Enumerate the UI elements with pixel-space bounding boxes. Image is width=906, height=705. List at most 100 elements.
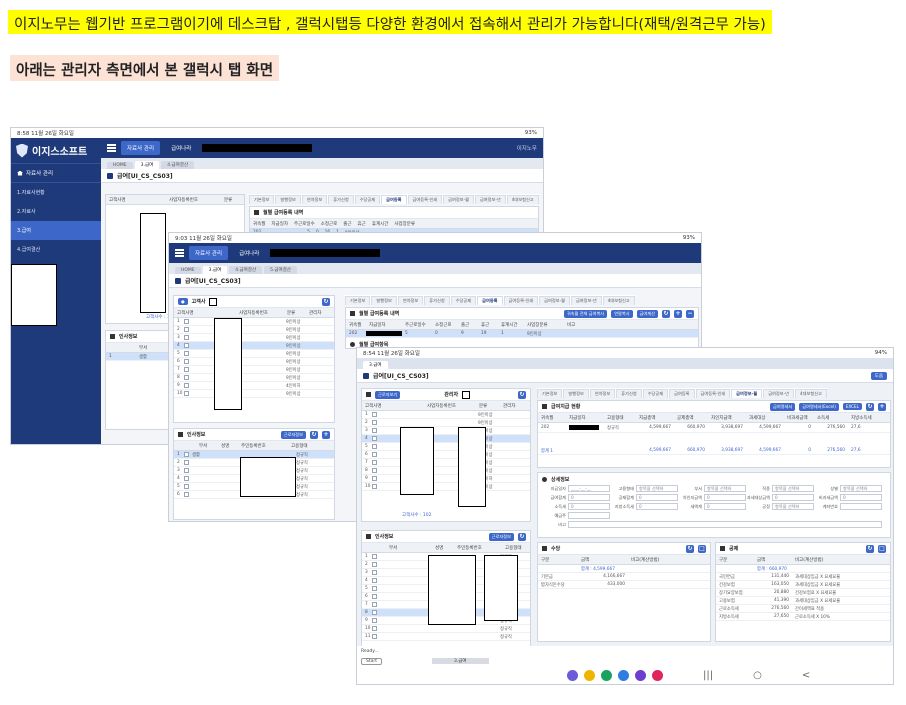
row-checkbox[interactable] bbox=[372, 578, 377, 583]
tab-allowance[interactable]: 수당공제 bbox=[642, 389, 669, 398]
table-row[interactable]: 39인이상 bbox=[362, 427, 530, 435]
row-checkbox[interactable] bbox=[372, 468, 377, 473]
table-row[interactable]: 79인이상 bbox=[174, 366, 334, 374]
refresh-icon[interactable]: ↻ bbox=[662, 309, 670, 318]
row-checkbox[interactable] bbox=[372, 428, 377, 433]
recent-apps-button[interactable]: ||| bbox=[703, 670, 713, 681]
detail-input[interactable]: 항목을 선택하 bbox=[772, 503, 814, 510]
row-checkbox[interactable] bbox=[372, 626, 377, 631]
tab-insurance-report[interactable]: 4대보험신고 bbox=[794, 389, 827, 398]
detail-input[interactable]: 0 bbox=[568, 494, 610, 501]
tab-payroll[interactable]: 급여나라 bbox=[233, 246, 265, 260]
app-dock-icon[interactable] bbox=[584, 669, 595, 681]
row-checkbox[interactable] bbox=[184, 460, 189, 465]
tab-issue-info[interactable]: 발행정보 bbox=[275, 195, 301, 204]
table-row[interactable]: 9 4인이하 bbox=[174, 382, 334, 390]
tab-payroll-print[interactable]: 급여등록-인쇄 bbox=[503, 296, 539, 305]
menu-icon[interactable] bbox=[107, 144, 116, 152]
save-icon[interactable]: □ bbox=[878, 544, 886, 553]
menu-icon[interactable] bbox=[175, 249, 184, 257]
tab-payroll-entry[interactable]: 급여등록 bbox=[477, 296, 503, 305]
year-end-copy-button[interactable]: 연말복사 bbox=[611, 309, 633, 318]
refresh-icon[interactable]: ↻ bbox=[686, 544, 694, 553]
app-dock-icon[interactable] bbox=[567, 669, 578, 681]
tab-issue-info[interactable]: 발행정보 bbox=[563, 389, 589, 398]
table-row[interactable]: 69인이상 bbox=[174, 358, 334, 366]
excel-button[interactable]: EXCEL bbox=[842, 403, 862, 410]
detail-input[interactable]: 0 bbox=[636, 503, 678, 510]
remove-icon[interactable]: − bbox=[686, 309, 694, 318]
table-row[interactable]: 89인이상 bbox=[174, 374, 334, 382]
task-button[interactable]: 3.급여 bbox=[432, 658, 489, 664]
detail-input[interactable]: 0 bbox=[704, 503, 746, 510]
detail-input[interactable]: ____-__-__ bbox=[568, 485, 610, 492]
start-button[interactable]: Start bbox=[361, 657, 382, 665]
table-row[interactable]: 국민연금 131,440 과세대상임금 X 요세요율 bbox=[716, 573, 890, 581]
worker-info-button[interactable]: 근로자정보 bbox=[280, 430, 306, 439]
worker-view-button[interactable]: 근로자보기 bbox=[375, 390, 401, 399]
tab-basic-info[interactable]: 기본정보 bbox=[249, 195, 275, 204]
back-button[interactable]: < bbox=[802, 670, 810, 681]
add-icon[interactable]: + bbox=[322, 430, 330, 439]
detail-input[interactable]: 항목을 선택하 bbox=[840, 485, 882, 492]
refresh-icon[interactable]: ↻ bbox=[322, 297, 330, 306]
row-checkbox[interactable] bbox=[372, 452, 377, 457]
table-row[interactable]: 202 정규직 4,599,667 660,970 3,938,697 4,59… bbox=[538, 423, 890, 433]
table-row[interactable]: 근로소득세 276,560 간이세액표 적용 bbox=[716, 605, 890, 613]
row-checkbox[interactable] bbox=[372, 460, 377, 465]
tab-annual-leave[interactable]: 연차정보 bbox=[589, 389, 616, 398]
row-checkbox[interactable] bbox=[372, 420, 377, 425]
table-row[interactable]: 39인이상 bbox=[174, 334, 334, 342]
table-row[interactable]: 지방소득세 27,650 근로소득세 X 10% bbox=[716, 613, 890, 621]
tab-basic-info[interactable]: 기본정보 bbox=[537, 389, 563, 398]
row-checkbox[interactable] bbox=[184, 343, 189, 348]
add-icon[interactable]: + bbox=[674, 309, 682, 318]
tab-payroll-year[interactable]: 급여정보-년 bbox=[570, 296, 602, 305]
detail-input[interactable] bbox=[840, 503, 882, 510]
tab-basic-info[interactable]: 기본정보 bbox=[345, 296, 371, 305]
row-checkbox[interactable] bbox=[184, 351, 189, 356]
sidebar-item-client-status[interactable]: 1.자료사현황 bbox=[11, 183, 101, 202]
sidebar-item-client[interactable]: 2.자료사 bbox=[11, 202, 101, 221]
table-row[interactable]: 59인이상 bbox=[362, 443, 530, 451]
add-icon[interactable]: + bbox=[878, 402, 886, 411]
table-row[interactable]: 기본급 4,166,667 bbox=[538, 573, 710, 581]
detail-input[interactable]: 항목을 선택하 bbox=[636, 485, 678, 492]
subtab-home[interactable]: HOME bbox=[175, 267, 201, 274]
table-row[interactable]: 1 9인이상 bbox=[362, 411, 530, 419]
tab-insurance-report[interactable]: 4대보험신고 bbox=[506, 195, 539, 204]
row-checkbox[interactable] bbox=[372, 412, 377, 417]
tab-annual-leave[interactable]: 연차정보 bbox=[301, 195, 328, 204]
detail-input[interactable]: 0 bbox=[704, 494, 746, 501]
subtab-payroll[interactable]: 3.급여 bbox=[134, 161, 160, 169]
table-row[interactable]: 고용보험 41,390 과세대상임금 X 요세요율 bbox=[716, 597, 890, 605]
row-checkbox[interactable] bbox=[372, 476, 377, 481]
refresh-icon[interactable]: ↻ bbox=[866, 402, 874, 411]
tab-payroll-entry[interactable]: 급여등록 bbox=[669, 389, 695, 398]
detail-input[interactable]: 항목을 선택하 bbox=[704, 485, 746, 492]
table-row[interactable]: 79인이상 bbox=[362, 459, 530, 467]
table-row[interactable]: 89인이상 bbox=[362, 467, 530, 475]
tab-payroll-entry[interactable]: 급여등록 bbox=[381, 195, 407, 204]
row-checkbox[interactable] bbox=[372, 570, 377, 575]
row-checkbox[interactable] bbox=[372, 562, 377, 567]
table-row[interactable]: 10 정규직 bbox=[362, 625, 530, 633]
copy-all-button[interactable]: 귀속월 전체 급여복사 bbox=[563, 309, 608, 318]
app-dock-icon[interactable] bbox=[652, 669, 663, 681]
table-row[interactable]: 장기요양보험 20,880 건강보험료 X 요세요율 bbox=[716, 589, 890, 597]
row-checkbox[interactable] bbox=[372, 594, 377, 599]
tab-payroll-year[interactable]: 급여정보-년 bbox=[474, 195, 506, 204]
app-dock-icon[interactable] bbox=[618, 669, 629, 681]
row-checkbox[interactable] bbox=[372, 610, 377, 615]
tab-allowance[interactable]: 수당공제 bbox=[354, 195, 381, 204]
table-row[interactable]: 2 9인이상 bbox=[362, 419, 530, 427]
tab-issue-info[interactable]: 발행정보 bbox=[371, 296, 397, 305]
tab-allowance[interactable]: 수당공제 bbox=[450, 296, 477, 305]
table-row[interactable]: 69인이상 bbox=[362, 451, 530, 459]
row-checkbox[interactable] bbox=[372, 484, 377, 489]
help-button[interactable]: 도움 bbox=[870, 371, 887, 380]
row-checkbox[interactable] bbox=[372, 634, 377, 639]
user-name[interactable]: 이지노무 bbox=[517, 144, 537, 152]
row-checkbox[interactable] bbox=[184, 359, 189, 364]
tab-payroll[interactable]: 급여나라 bbox=[165, 141, 197, 155]
